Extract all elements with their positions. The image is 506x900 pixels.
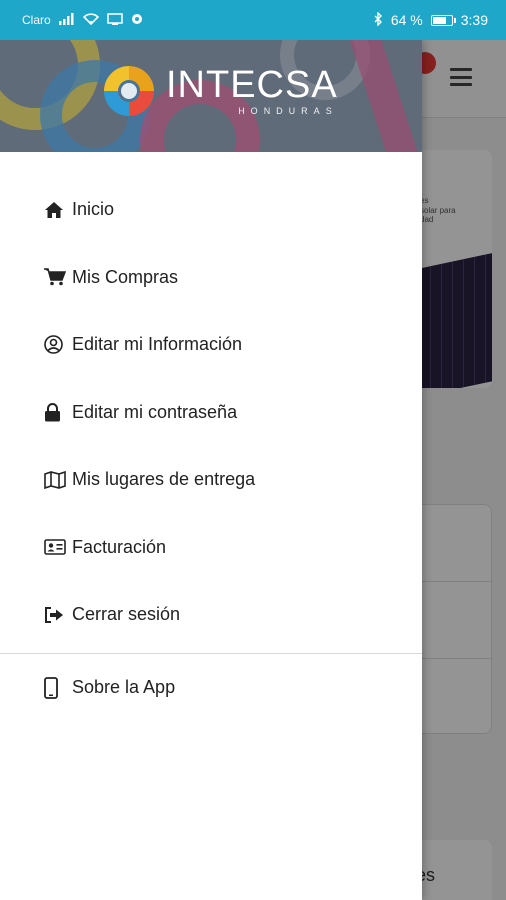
battery-fill — [432, 16, 446, 24]
cast-icon — [106, 12, 123, 28]
signal-icon — [58, 12, 75, 28]
status-bar: Claro 64 % 3:39 — [0, 0, 506, 40]
logo-name: INTECSA — [166, 64, 338, 106]
menu-item-label: Editar mi contraseña — [72, 401, 238, 422]
home-icon — [44, 200, 66, 220]
menu-item-sobre-app[interactable]: Sobre la App — [0, 654, 422, 722]
wifi-icon — [82, 12, 99, 28]
menu-item-label: Inicio — [72, 199, 115, 220]
menu-item-label: Mis Compras — [72, 266, 179, 287]
drawer-header: INTECSA HONDURAS — [0, 40, 422, 152]
intecsa-logo: INTECSA HONDURAS — [100, 62, 338, 120]
menu-item-label: Cerrar sesión — [72, 604, 181, 625]
cart-icon — [44, 267, 66, 287]
menu-item-mis-compras[interactable]: Mis Compras — [0, 244, 422, 312]
id-card-icon — [44, 537, 66, 557]
status-left: Claro — [22, 12, 143, 28]
menu-item-label: Facturación — [72, 536, 167, 557]
battery-icon — [430, 14, 456, 26]
logo-subtitle: HONDURAS — [238, 106, 338, 116]
bluetooth-icon — [373, 10, 383, 29]
user-circle-icon — [44, 335, 66, 355]
menu-item-facturacion[interactable]: Facturación — [0, 514, 422, 582]
battery-percent: 64 % — [390, 12, 423, 28]
menu-item-editar-informacion[interactable]: Editar mi Información — [0, 311, 422, 379]
menu-item-inicio[interactable]: Inicio — [0, 176, 422, 244]
map-icon — [44, 470, 66, 490]
menu-item-label: Editar mi Información — [72, 334, 243, 355]
logo-text: INTECSA HONDURAS — [166, 66, 338, 116]
drawer-menu: Inicio Mis Compras Editar mi Información… — [0, 152, 422, 649]
clock: 3:39 — [460, 12, 488, 28]
menu-item-editar-contrasena[interactable]: Editar mi contraseña — [0, 379, 422, 447]
logo-mark-icon — [100, 62, 158, 120]
sign-out-icon — [44, 605, 66, 625]
status-right: 64 % 3:39 — [373, 10, 488, 29]
menu-item-cerrar-sesion[interactable]: Cerrar sesión — [0, 581, 422, 649]
settings-badge-icon — [131, 13, 143, 28]
mobile-icon — [44, 676, 66, 699]
navigation-drawer: INTECSA HONDURAS Inicio Mis Compras Edit… — [0, 40, 422, 900]
drawer-footer-menu: Sobre la App — [0, 654, 422, 722]
lock-icon — [44, 402, 66, 422]
menu-item-label: Mis lugares de entrega — [72, 469, 256, 490]
menu-item-label: Sobre la App — [72, 677, 176, 697]
menu-item-lugares-entrega[interactable]: Mis lugares de entrega — [0, 446, 422, 514]
carrier-label: Claro — [22, 13, 51, 27]
